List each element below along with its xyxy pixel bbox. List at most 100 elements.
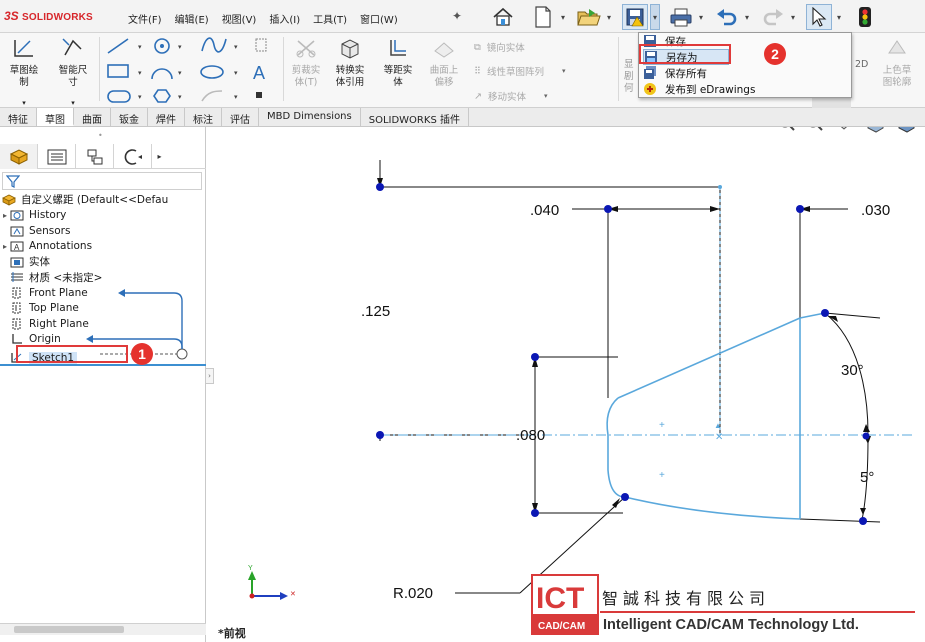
move-entities-button[interactable]: ↗ 移动实体 ▾ [474, 89, 548, 104]
menu-edit[interactable]: 编辑(E) [175, 11, 209, 26]
quick-access-toolbar: ▾ ▾ ▾ ▾ ▾ ▾ ▾ [490, 2, 880, 32]
svg-text:▾: ▾ [178, 70, 182, 77]
divider [618, 37, 619, 101]
feature-manager-panel: • ▸ 自定义螺距 (Default<<Defau ▸ History Sens… [0, 127, 206, 642]
divider [283, 37, 284, 101]
fillet-tool-icon [201, 90, 223, 102]
logo-text: SOLIDWORKS [22, 12, 93, 23]
tab-sketch[interactable]: 草图 [37, 108, 74, 126]
svg-text:✕: ✕ [290, 591, 296, 598]
chevron-down-icon[interactable]: ▾ [604, 4, 614, 30]
chevron-down-icon[interactable]: ▾ [696, 4, 706, 30]
watermark-divider [600, 611, 915, 613]
construction-geometry-icon [255, 38, 267, 52]
shaded-sketch-contours-button[interactable]: 上色草 图轮廓 [875, 37, 919, 89]
save-dropdown-menu: 保存 另存为 保存所有 发布到 eDrawings [638, 32, 852, 98]
chevron-down-icon[interactable]: ▾ [742, 4, 752, 30]
rectangle-tool-icon [107, 64, 129, 78]
menu-bar: 文件(F) 编辑(E) 视图(V) 插入(I) 工具(T) 窗口(W) [128, 11, 411, 26]
undo-icon[interactable] [714, 4, 740, 30]
line-tool-icon [107, 38, 129, 54]
edrawings-icon [644, 83, 656, 95]
view-orientation-label: *前视 [218, 627, 246, 640]
partial-tool-label: 显 剧 何 [624, 59, 634, 94]
select-arrow-icon[interactable] [806, 4, 832, 30]
tab-evaluate[interactable]: 评估 [222, 108, 259, 126]
svg-text:ICT: ICT [536, 582, 584, 615]
heads-up-view-toolbar [782, 127, 915, 133]
print-icon[interactable] [668, 4, 694, 30]
scrollbar-thumb[interactable] [14, 626, 124, 633]
svg-text:▾: ▾ [234, 44, 238, 51]
command-tabs: 特征 草图 曲面 钣金 焊件 标注 评估 MBD Dimensions SOLI… [0, 108, 925, 127]
chevron-down-icon[interactable]: ▾ [558, 4, 568, 30]
menu-file[interactable]: 文件(F) [128, 11, 162, 26]
dim-030: .030 [861, 202, 890, 219]
new-document-icon[interactable] [530, 4, 556, 30]
callout-badge-1: 1 [131, 343, 153, 365]
convert-entities-button[interactable]: 转换实 体引用 [328, 37, 372, 89]
home-icon[interactable] [490, 4, 516, 30]
ict-logo: ICT CAD/CAM [531, 574, 599, 635]
menu-insert[interactable]: 插入(I) [269, 11, 300, 26]
svg-text:▾: ▾ [138, 44, 142, 51]
company-name-english: Intelligent CAD/CAM Technology Ltd. [603, 617, 859, 633]
arc-tool-icon [151, 68, 173, 80]
callout-badge-2: 2 [764, 43, 786, 65]
trim-entities-button[interactable]: 剪裁实 体(T) [287, 37, 325, 89]
svg-text:+: + [659, 470, 665, 481]
graphics-area[interactable]: + + ▲ ✕ .040 .030 .125 .080 30° 5° R.020… [207, 127, 925, 642]
menu-window[interactable]: 窗口(W) [360, 11, 398, 26]
ellipse-tool-icon [200, 65, 224, 79]
tab-surfaces[interactable]: 曲面 [74, 108, 111, 126]
polygon-tool-icon [153, 89, 171, 103]
save-as-highlight-box [639, 44, 731, 64]
linear-pattern-button[interactable]: ⠿ 线性草图阵列 ▾ [474, 64, 566, 79]
save-dropdown-arrow[interactable]: ▾ [650, 4, 660, 30]
tab-sheet-metal[interactable]: 钣金 [111, 108, 148, 126]
horizontal-scrollbar[interactable] [0, 623, 206, 635]
zoom-to-fit-icon [782, 127, 795, 131]
offset-entities-button[interactable]: 等距实 体 [376, 37, 420, 89]
spline-tool-icon [201, 37, 227, 53]
mirror-entities-button[interactable]: ⧉ 镜向实体 [474, 40, 525, 55]
dimension-lines [379, 160, 881, 594]
menu-tools[interactable]: 工具(T) [313, 11, 347, 26]
sketch-points [376, 183, 870, 525]
redo-icon[interactable] [760, 4, 786, 30]
menu-view[interactable]: 视图(V) [222, 11, 257, 26]
smart-dimension-button[interactable]: 智能尺 寸 ▾ [50, 37, 96, 109]
sketch-button[interactable]: 草图绘 制 ▾ [4, 37, 44, 109]
menu-item-publish-edrawings[interactable]: 发布到 eDrawings [643, 81, 755, 97]
sketch1-highlight-box [16, 345, 128, 363]
section-view-icon [867, 127, 884, 133]
tab-markup[interactable]: 标注 [185, 108, 222, 126]
smart-dimension-icon [62, 38, 82, 56]
chevron-down-icon[interactable]: ▾ [834, 4, 844, 30]
menu-item-save-all[interactable]: 保存所有 [643, 65, 707, 81]
tab-solidworks-addins[interactable]: SOLIDWORKS 插件 [361, 108, 469, 126]
offset-on-surface-icon [434, 42, 454, 58]
convert-entities-icon [341, 39, 359, 59]
tab-weldments[interactable]: 焊件 [148, 108, 185, 126]
view-orientation-icon [898, 127, 915, 133]
offset-on-surface-button[interactable]: 曲面上 偏移 [423, 37, 465, 89]
chevron-down-icon[interactable]: ▾ [788, 4, 798, 30]
pin-icon[interactable]: ✦ [452, 9, 462, 23]
open-icon[interactable] [576, 4, 602, 30]
dimension-arrowheads [377, 178, 871, 515]
dim-040: .040 [530, 202, 559, 219]
move-icon: ↗ [474, 90, 482, 102]
svg-text:▾: ▾ [138, 94, 142, 101]
tab-features[interactable]: 特征 [0, 108, 37, 126]
reference-triad: ✕ Y [248, 565, 296, 600]
dim-080: .080 [516, 427, 545, 444]
text-tool-icon: A [253, 63, 265, 83]
tab-mbd-dimensions[interactable]: MBD Dimensions [259, 108, 361, 126]
save-icon[interactable] [622, 4, 648, 30]
2d-label: 2D [855, 59, 869, 70]
divider [99, 37, 100, 101]
tree-rollback-bar[interactable] [0, 364, 206, 366]
sketch-profile [606, 312, 826, 520]
traffic-light-icon[interactable] [852, 4, 878, 30]
